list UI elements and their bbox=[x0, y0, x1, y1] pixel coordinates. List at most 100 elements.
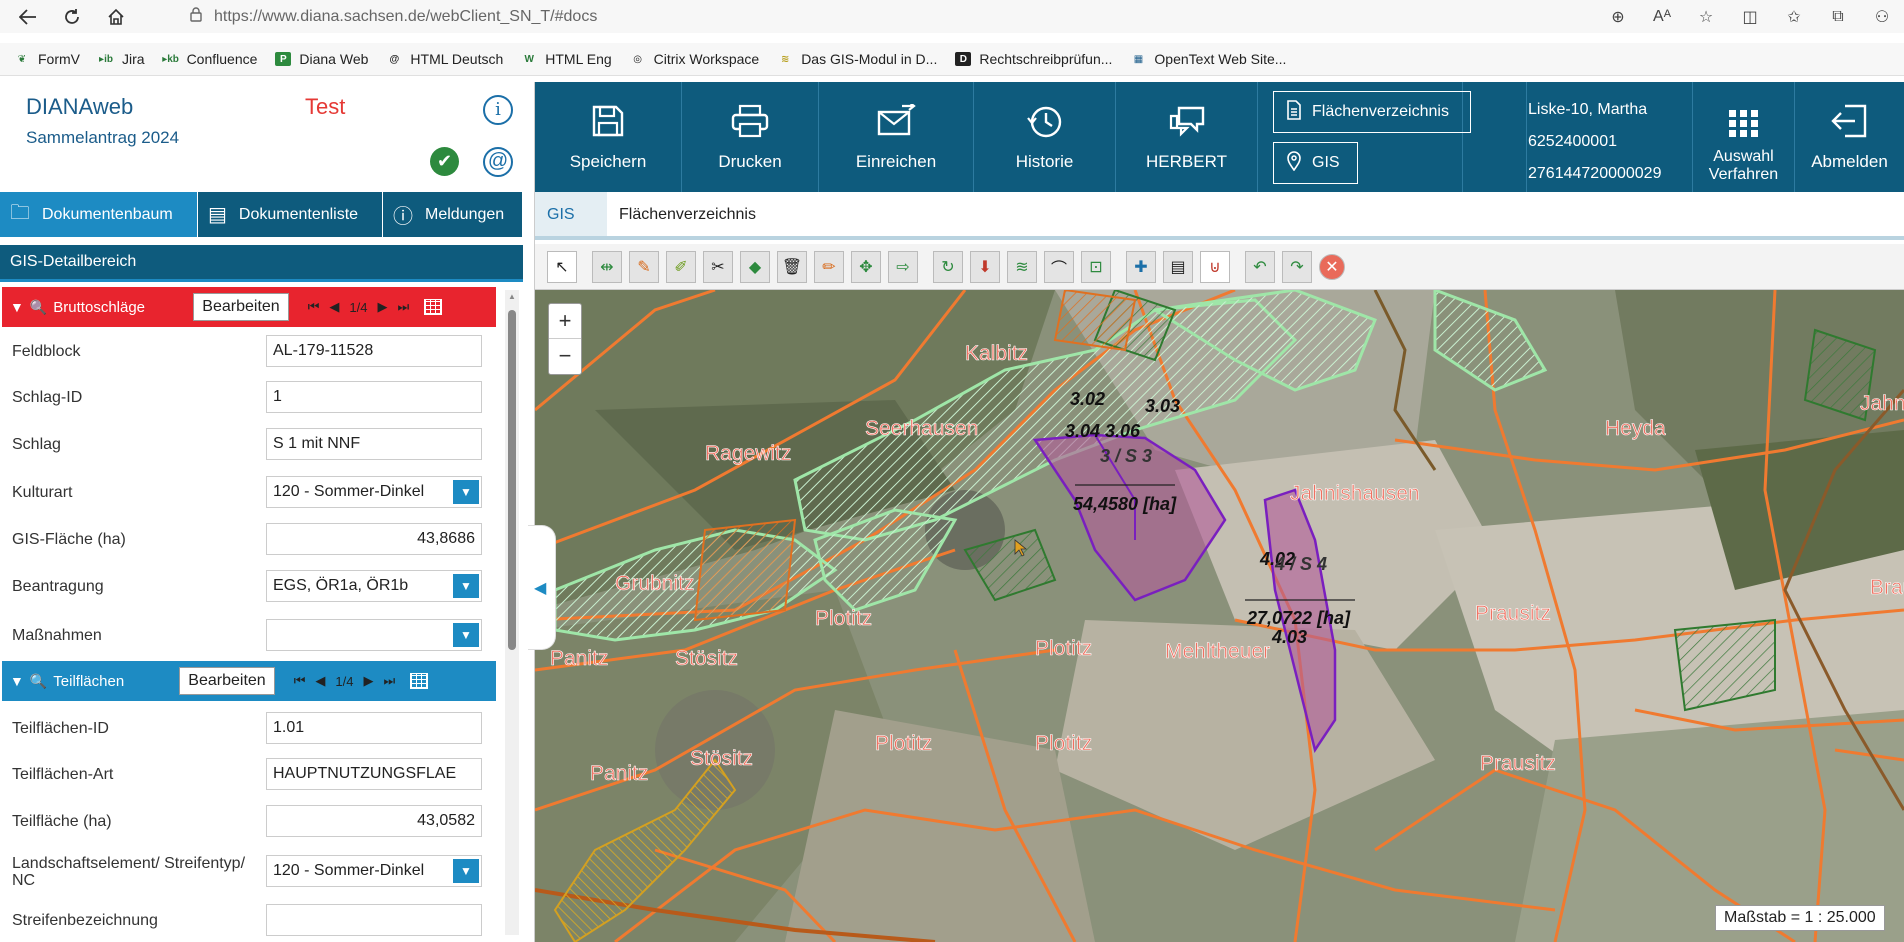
streifenbezeichnung-field[interactable] bbox=[266, 904, 482, 936]
draw-polygon-icon[interactable]: ✎ bbox=[629, 250, 659, 283]
measure-area-icon[interactable]: ⊡ bbox=[1081, 250, 1111, 283]
chevron-down-icon[interactable]: ▼ bbox=[453, 859, 479, 883]
redo-icon[interactable]: ↷ bbox=[1282, 250, 1312, 283]
table-view-icon[interactable] bbox=[424, 299, 443, 315]
teilflaeche-field[interactable]: 43,0582 bbox=[266, 805, 482, 837]
chevron-down-icon[interactable]: ▼ bbox=[453, 480, 479, 504]
edit-vertex-icon[interactable]: ✐ bbox=[666, 250, 696, 283]
collapse-triangle-icon[interactable]: ▼ bbox=[10, 299, 24, 315]
cancel-icon[interactable]: ✕ bbox=[1319, 253, 1345, 280]
bookmark-rechtschreibung[interactable]: D Rechtschreibprüfun... bbox=[955, 51, 1112, 67]
speichern-button[interactable]: Speichern bbox=[535, 82, 682, 192]
last-page-icon[interactable]: ⏭ bbox=[383, 673, 395, 689]
favorites-icon[interactable]: ✩ bbox=[1772, 7, 1816, 27]
herbert-button[interactable]: HERBERT bbox=[1116, 82, 1258, 192]
teilflaechen-id-field[interactable]: 1.01 bbox=[266, 712, 482, 744]
chevron-down-icon[interactable]: ▼ bbox=[453, 574, 479, 598]
schlag-id-field[interactable]: 1 bbox=[266, 381, 482, 413]
kulturart-select[interactable]: 120 - Sommer-Dinkel ▼ bbox=[266, 476, 482, 508]
bearbeiten-button-2[interactable]: Bearbeiten bbox=[179, 667, 275, 695]
zoom-icon[interactable]: ⊕ bbox=[1596, 7, 1640, 27]
einreichen-button[interactable]: Einreichen bbox=[819, 82, 974, 192]
layer-down-icon[interactable]: ⬇ bbox=[970, 250, 1000, 283]
transfer-icon[interactable]: ⇨ bbox=[888, 250, 918, 283]
merge-polygon-icon[interactable]: ◆ bbox=[740, 250, 770, 283]
measure-line-icon[interactable]: ⌒ bbox=[1044, 250, 1074, 283]
collapse-panel-handle[interactable]: ◀ bbox=[528, 525, 556, 650]
home-icon[interactable] bbox=[102, 3, 130, 31]
bookmark-html-eng[interactable]: W HTML Eng bbox=[521, 51, 612, 67]
prev-page-icon[interactable]: ◀ bbox=[329, 299, 339, 315]
tab-flaechenverzeichnis[interactable]: Flächenverzeichnis bbox=[607, 192, 787, 236]
prev-page-icon[interactable]: ◀ bbox=[315, 673, 325, 689]
next-page-icon[interactable]: ▶ bbox=[377, 299, 387, 315]
delete-icon[interactable]: 🗑 bbox=[777, 250, 807, 283]
eraser-icon[interactable]: ✏ bbox=[814, 250, 844, 283]
collapse-triangle-icon[interactable]: ▼ bbox=[10, 673, 24, 689]
address-bar[interactable]: https://www.diana.sachsen.de/webClient_S… bbox=[190, 4, 597, 30]
bookmark-jira[interactable]: ▸ib Jira bbox=[98, 51, 145, 67]
bookmark-opentext[interactable]: ▦ OpenText Web Site... bbox=[1130, 51, 1287, 67]
first-page-icon[interactable]: ⏮ bbox=[294, 673, 306, 689]
auswahl-verfahren-button[interactable]: Auswahl Verfahren bbox=[1692, 82, 1795, 192]
checkmark-icon[interactable]: ✔ bbox=[430, 147, 459, 176]
feldblock-field[interactable]: AL-179-11528 bbox=[266, 335, 482, 367]
collections-icon[interactable]: ⧉ bbox=[1816, 8, 1860, 26]
map-view[interactable]: Kalbitz Seerhausen Ragewitz Grubnitz Plo… bbox=[535, 290, 1904, 942]
last-page-icon[interactable]: ⏭ bbox=[397, 299, 409, 315]
tab-dokumentenliste[interactable]: ▤ Dokumentenliste bbox=[198, 192, 383, 237]
bookmark-confluence[interactable]: ▸kb Confluence bbox=[162, 51, 257, 67]
move-feature-icon[interactable]: ⇹ bbox=[592, 250, 622, 283]
split-icon[interactable]: ✥ bbox=[851, 250, 881, 283]
bookmark-diana-web[interactable]: P Diana Web bbox=[275, 51, 368, 67]
at-icon[interactable]: @ bbox=[483, 147, 513, 177]
group-header-teilflaechen: ▼ 🔍 Teilflächen Bearbeiten ⏮ ◀ 1/4 ▶ ⏭ bbox=[2, 661, 496, 701]
search-icon[interactable]: 🔍 bbox=[30, 299, 47, 316]
schlag-field[interactable]: S 1 mit NNF bbox=[266, 428, 482, 460]
beantragung-select[interactable]: EGS, ÖR1a, ÖR1b ▼ bbox=[266, 570, 482, 602]
snap-magnet-icon[interactable]: ⊍ bbox=[1200, 250, 1230, 283]
drucken-button[interactable]: Drucken bbox=[682, 82, 819, 192]
layers-icon[interactable]: ≋ bbox=[1007, 250, 1037, 283]
chevron-down-icon[interactable]: ▼ bbox=[453, 623, 479, 647]
info-icon[interactable]: i bbox=[483, 95, 513, 125]
cut-icon[interactable]: ✂ bbox=[703, 250, 733, 283]
rotate-layer-icon[interactable]: ↻ bbox=[933, 250, 963, 283]
next-page-icon[interactable]: ▶ bbox=[363, 673, 373, 689]
bookmark-html-deutsch[interactable]: @ HTML Deutsch bbox=[386, 51, 504, 67]
teilflaechen-art-field[interactable]: HAUPTNUTZUNGSFLAE bbox=[266, 758, 482, 790]
scrollbar-thumb[interactable] bbox=[508, 310, 516, 650]
first-page-icon[interactable]: ⏮ bbox=[308, 299, 320, 315]
bearbeiten-button-1[interactable]: Bearbeiten bbox=[193, 293, 289, 321]
gis-flaeche-field[interactable]: 43,8686 bbox=[266, 523, 482, 555]
bookmark-gis-modul[interactable]: ≋ Das GIS-Modul in D... bbox=[777, 51, 937, 67]
add-point-icon[interactable]: ✚ bbox=[1126, 250, 1156, 283]
gis-button[interactable]: GIS bbox=[1273, 142, 1358, 184]
tab-gis[interactable]: GIS bbox=[535, 192, 607, 236]
attribute-table-icon[interactable]: ▤ bbox=[1163, 250, 1193, 283]
zoom-in-button[interactable]: + bbox=[549, 304, 581, 339]
undo-icon[interactable]: ↶ bbox=[1245, 250, 1275, 283]
flaechenverzeichnis-button[interactable]: Flächenverzeichnis bbox=[1273, 91, 1471, 133]
bookmark-citrix[interactable]: ◎ Citrix Workspace bbox=[630, 51, 759, 67]
left-panel-scrollbar[interactable]: ▲ bbox=[505, 290, 519, 935]
select-pointer-icon[interactable]: ↖ bbox=[547, 250, 577, 283]
split-screen-icon[interactable]: ◫ bbox=[1728, 7, 1772, 27]
tab-dokumentenbaum[interactable]: 🗀 Dokumentenbaum bbox=[0, 192, 198, 237]
landschaftselement-select[interactable]: 120 - Sommer-Dinkel ▼ bbox=[266, 855, 482, 887]
reload-icon[interactable] bbox=[58, 3, 86, 31]
read-aloud-icon[interactable]: Aᴬ bbox=[1640, 8, 1684, 26]
favorite-star-icon[interactable]: ☆ bbox=[1684, 7, 1728, 27]
scroll-up-icon[interactable]: ▲ bbox=[508, 292, 516, 301]
back-icon[interactable] bbox=[14, 3, 42, 31]
table-view-icon[interactable] bbox=[410, 673, 429, 689]
bookmark-formv[interactable]: ❦ FormV bbox=[14, 51, 80, 67]
zoom-out-button[interactable]: − bbox=[549, 339, 581, 374]
historie-button[interactable]: Historie bbox=[974, 82, 1116, 192]
tab-meldungen[interactable]: ⓘ Meldungen bbox=[383, 192, 523, 237]
massnahmen-select[interactable]: ▼ bbox=[266, 619, 482, 651]
abmelden-button[interactable]: Abmelden bbox=[1795, 82, 1904, 192]
search-icon[interactable]: 🔍 bbox=[30, 673, 47, 690]
extensions-icon[interactable]: ⚇ bbox=[1860, 7, 1904, 27]
lock-icon bbox=[190, 7, 202, 27]
